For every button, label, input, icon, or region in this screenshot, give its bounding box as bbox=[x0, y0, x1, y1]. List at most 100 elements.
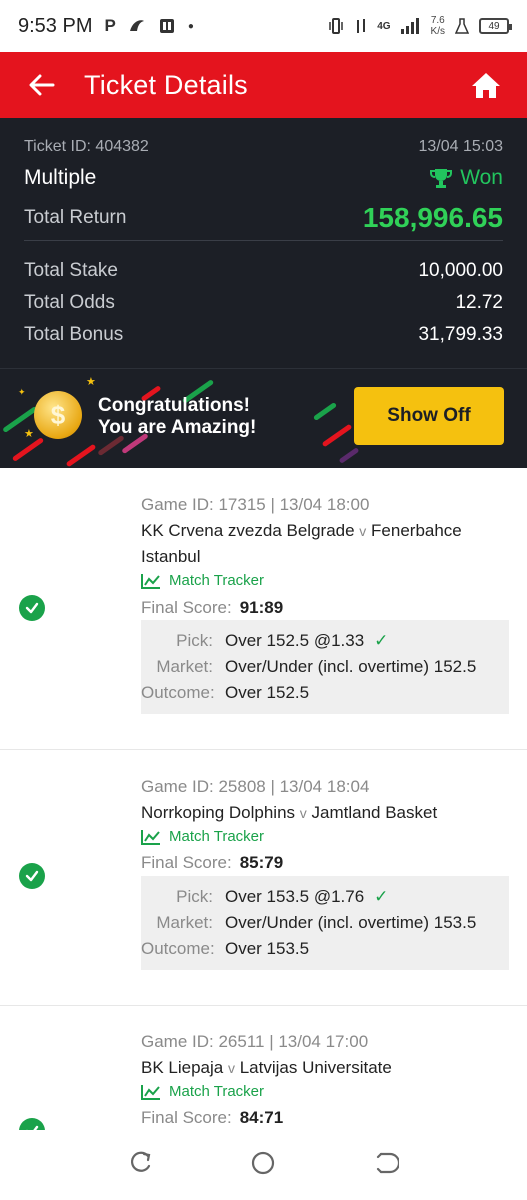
page-title: Ticket Details bbox=[84, 69, 248, 100]
pick-label: Pick: bbox=[176, 887, 213, 906]
list-item: Game ID: 25808 | 13/04 18:04 Norrkoping … bbox=[0, 750, 527, 1006]
home-circle-icon bbox=[252, 1151, 275, 1174]
outcome-label: Outcome: bbox=[141, 939, 215, 958]
final-score-value: 84:71 bbox=[239, 1108, 284, 1127]
final-score-row: Final Score: 84:71 bbox=[141, 1108, 283, 1128]
system-nav-bar bbox=[0, 1130, 527, 1200]
game-id-line: Game ID: 17315 | 13/04 18:00 bbox=[141, 495, 370, 514]
congrats-line-2: You are Amazing! bbox=[98, 417, 257, 438]
outcome-value: Over 153.5 bbox=[225, 939, 310, 958]
won-check-icon bbox=[19, 863, 45, 889]
bet-detail-box: Pick: Over 153.5 @1.76 ✓ Market: Over/Un… bbox=[141, 876, 509, 970]
ticket-type: Multiple bbox=[24, 166, 97, 189]
final-score-label: Final Score: bbox=[141, 1108, 232, 1127]
won-check-icon bbox=[19, 595, 45, 621]
ticket-id: Ticket ID: 404382 bbox=[24, 138, 149, 155]
total-return-row: Total Return 158,996.65 bbox=[24, 202, 503, 234]
pick-value: Over 153.5 @1.76 bbox=[225, 887, 365, 906]
match-tracker-link[interactable]: Match Tracker bbox=[141, 1083, 264, 1100]
coin-icon: $ bbox=[34, 391, 82, 439]
network-type: 4G bbox=[377, 20, 391, 32]
match-tracker-label: Match Tracker bbox=[169, 572, 265, 589]
battery-level: 49 bbox=[488, 20, 500, 32]
status-text: Won bbox=[460, 166, 503, 189]
home-team: BK Liepaja bbox=[141, 1058, 224, 1077]
bet-detail-box: Pick: Over 152.5 @1.33 ✓ Market: Over/Un… bbox=[141, 620, 509, 714]
market-row: Market: Over/Under (incl. overtime) 152.… bbox=[141, 654, 509, 680]
total-odds-row: Total Odds 12.72 bbox=[24, 292, 503, 314]
recents-button[interactable] bbox=[128, 1150, 154, 1181]
list-item: Game ID: 17315 | 13/04 18:00 KK Crvena z… bbox=[0, 468, 527, 750]
match-tracker-label: Match Tracker bbox=[169, 1083, 265, 1100]
ticket-datetime: 13/04 15:03 bbox=[418, 138, 503, 155]
away-team: Latvijas Universitate bbox=[239, 1058, 392, 1077]
pick-value: Over 152.5 @1.33 bbox=[225, 631, 365, 650]
battery-icon: 49 bbox=[479, 18, 512, 34]
sparkle-icon: ★ bbox=[86, 376, 96, 388]
divider bbox=[24, 240, 503, 241]
chart-trend-icon bbox=[141, 829, 160, 845]
match-tracker-label: Match Tracker bbox=[169, 828, 265, 845]
home-nav-button[interactable] bbox=[250, 1150, 276, 1181]
congrats-banner: ★ ★ ✦ $ Congratulations! You are Amazing… bbox=[0, 368, 527, 468]
sparkle-icon: ★ bbox=[24, 428, 34, 440]
vs-separator: v bbox=[299, 805, 307, 821]
total-return-value: 158,996.65 bbox=[362, 202, 503, 233]
game-id-line: Game ID: 25808 | 13/04 18:04 bbox=[141, 777, 370, 796]
away-team: Jamtland Basket bbox=[311, 803, 438, 822]
ticket-summary: Ticket ID: 404382 13/04 15:03 Multiple W… bbox=[0, 118, 527, 368]
home-button[interactable] bbox=[445, 52, 527, 118]
outcome-value: Over 152.5 bbox=[225, 683, 310, 702]
market-label: Market: bbox=[156, 657, 213, 676]
pick-check-icon: ✓ bbox=[374, 887, 389, 906]
final-score-row: Final Score: 91:89 bbox=[141, 598, 283, 618]
decor-streak bbox=[312, 401, 338, 422]
home-icon bbox=[472, 73, 500, 98]
won-check-icon bbox=[19, 1118, 45, 1130]
total-stake-value: 10,000.00 bbox=[418, 260, 503, 281]
signal-icon bbox=[400, 18, 419, 34]
total-stake-label: Total Stake bbox=[24, 260, 118, 281]
back-button[interactable] bbox=[0, 52, 84, 118]
decor-streak bbox=[321, 423, 353, 448]
match-teams: Norrkoping Dolphins v Jamtland Basket bbox=[141, 800, 501, 826]
match-teams: KK Crvena zvezda Belgrade v Fenerbahce I… bbox=[141, 518, 501, 570]
total-bonus-row: Total Bonus 31,799.33 bbox=[24, 324, 503, 346]
show-off-button[interactable]: Show Off bbox=[354, 387, 504, 445]
outcome-row: Outcome: Over 152.5 bbox=[141, 680, 509, 706]
speed-value: 7.6 bbox=[430, 15, 445, 26]
final-score-label: Final Score: bbox=[141, 853, 232, 872]
final-score-value: 85:79 bbox=[239, 853, 284, 872]
market-value: Over/Under (incl. overtime) 152.5 bbox=[225, 657, 477, 676]
back-nav-button[interactable] bbox=[373, 1150, 400, 1181]
final-score-label: Final Score: bbox=[141, 598, 232, 617]
total-return-label: Total Return bbox=[24, 207, 127, 228]
final-score-row: Final Score: 85:79 bbox=[141, 853, 283, 873]
data-transfer-icon bbox=[357, 19, 366, 33]
app-p-icon: P bbox=[104, 16, 116, 35]
match-tracker-link[interactable]: Match Tracker bbox=[141, 828, 264, 845]
ticket-meta: Ticket ID: 404382 13/04 15:03 bbox=[24, 138, 503, 156]
ticket-type-row: Multiple Won bbox=[24, 166, 503, 190]
more-dot-icon: ● bbox=[187, 20, 194, 32]
back-nav-icon bbox=[376, 1152, 400, 1173]
total-bonus-label: Total Bonus bbox=[24, 324, 124, 345]
decor-streak bbox=[338, 447, 360, 464]
chart-trend-icon bbox=[141, 573, 160, 589]
total-stake-row: Total Stake 10,000.00 bbox=[24, 260, 503, 282]
vs-separator: v bbox=[227, 1060, 235, 1076]
match-tracker-link[interactable]: Match Tracker bbox=[141, 572, 264, 589]
congrats-text: Congratulations! You are Amazing! bbox=[98, 395, 256, 439]
status-time: 9:53 PM bbox=[18, 14, 93, 37]
back-arrow-icon bbox=[29, 74, 55, 96]
home-team: KK Crvena zvezda Belgrade bbox=[141, 521, 355, 540]
pick-label: Pick: bbox=[176, 631, 213, 650]
pick-row: Pick: Over 153.5 @1.76 ✓ bbox=[141, 884, 509, 910]
status-bar: 9:53 PM P ● 4G 7.6 K/s 49 bbox=[0, 0, 527, 52]
total-odds-label: Total Odds bbox=[24, 292, 115, 313]
vibrate-icon bbox=[329, 18, 343, 34]
trophy-icon bbox=[430, 169, 453, 188]
flask-icon bbox=[455, 18, 469, 34]
recents-icon bbox=[131, 1151, 151, 1172]
match-teams: BK Liepaja v Latvijas Universitate bbox=[141, 1055, 501, 1081]
